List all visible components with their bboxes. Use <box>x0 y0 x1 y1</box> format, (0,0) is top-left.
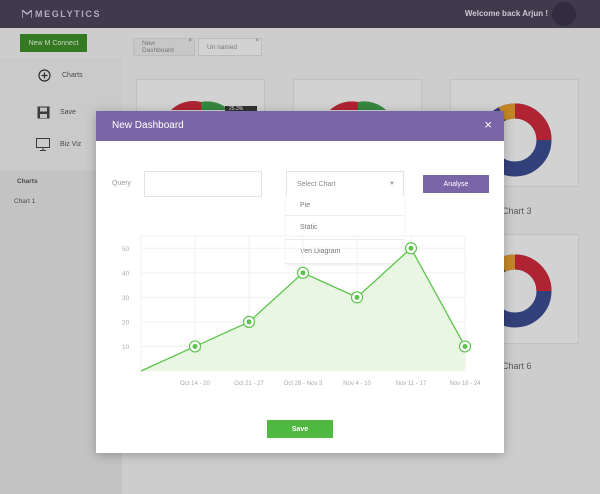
chart-type-select[interactable]: Select Chart ▼ <box>286 171 404 197</box>
new-dashboard-modal: New Dashboard × Query Select Chart ▼ Pie… <box>96 111 504 453</box>
query-input[interactable] <box>144 171 262 197</box>
y-tick-label: 30 <box>122 295 130 302</box>
chevron-down-icon: ▼ <box>389 181 395 187</box>
dropdown-option-pie[interactable]: Pie <box>286 196 404 216</box>
modal-title: New Dashboard <box>112 120 184 131</box>
x-tick-label: Nov 18 - 24 <box>449 381 481 387</box>
line-area-chart: 10 20 30 40 50 Oct 14 - 20 Oct 21 - 27 Oct 28 -… <box>122 235 481 387</box>
select-placeholder: Select Chart <box>297 181 336 188</box>
y-tick-label: 10 <box>122 344 130 351</box>
save-button[interactable]: Save <box>267 420 333 438</box>
data-point <box>408 245 414 251</box>
data-point <box>300 270 306 276</box>
y-tick-label: 20 <box>122 319 130 326</box>
data-point <box>462 343 468 349</box>
x-tick-label: Nov 11 - 17 <box>396 381 427 387</box>
x-tick-label: Oct 14 - 20 <box>180 381 210 387</box>
data-point <box>192 343 198 349</box>
y-tick-label: 50 <box>122 246 130 253</box>
data-point <box>354 294 360 300</box>
x-tick-label: Nov 4 - 10 <box>343 381 371 387</box>
close-icon[interactable]: × <box>484 118 492 132</box>
query-label: Query <box>112 180 132 187</box>
analyse-button[interactable]: Analyse <box>423 175 489 193</box>
x-tick-label: Oct 21 - 27 <box>234 381 264 387</box>
y-tick-label: 40 <box>122 270 130 277</box>
modal-header: New Dashboard × <box>96 111 504 141</box>
x-tick-label: Oct 28 - Nov 3 <box>284 381 323 387</box>
data-point <box>246 319 252 325</box>
